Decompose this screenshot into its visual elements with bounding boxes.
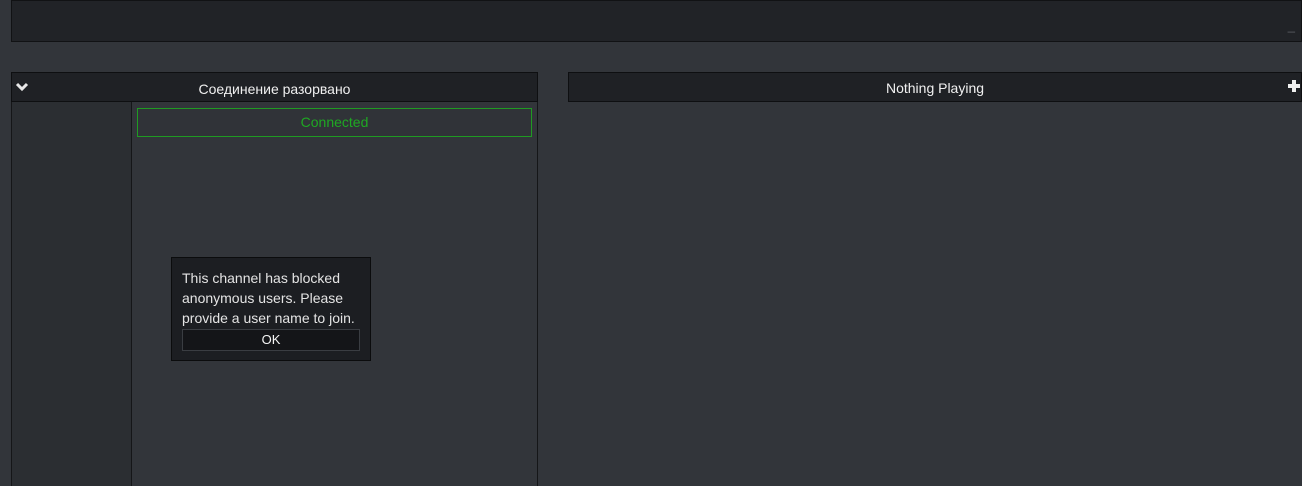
ok-button[interactable]: OK (182, 329, 360, 351)
connected-message: Connected (137, 108, 532, 137)
plus-icon[interactable] (1287, 78, 1301, 94)
player-panel: Nothing Playing (568, 72, 1302, 486)
chat-status-title: Соединение разорвано (198, 81, 351, 97)
minimize-icon[interactable]: _ (1288, 19, 1295, 32)
user-list[interactable] (11, 102, 132, 486)
player-title: Nothing Playing (885, 80, 985, 96)
top-banner: _ (11, 0, 1302, 42)
dialog-message: This channel has blocked anonymous users… (182, 270, 355, 326)
anonymous-blocked-dialog: This channel has blocked anonymous users… (171, 257, 371, 361)
chat-header: Соединение разорвано (11, 72, 538, 102)
player-header: Nothing Playing (568, 72, 1302, 102)
